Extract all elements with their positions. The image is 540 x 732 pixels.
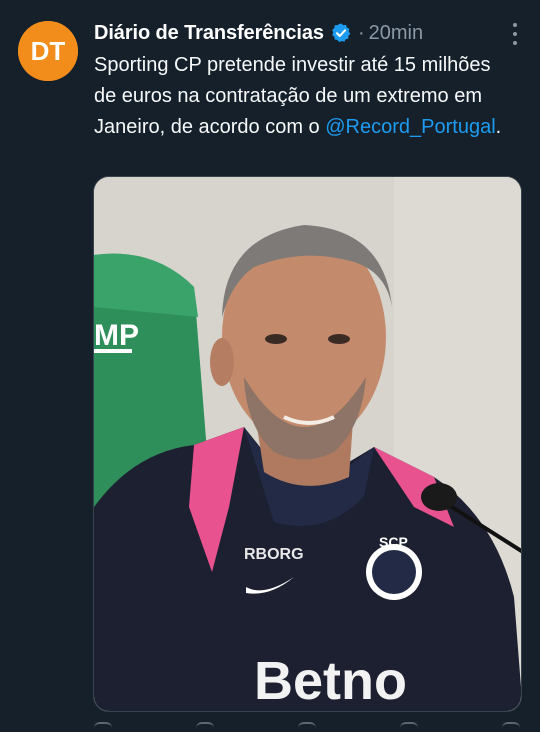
more-options-icon[interactable] bbox=[512, 23, 518, 45]
microphone bbox=[421, 483, 457, 511]
separator-dot: · bbox=[357, 21, 365, 44]
like-icon[interactable] bbox=[298, 722, 316, 732]
timestamp[interactable]: 20min bbox=[369, 22, 423, 45]
tweet-text: Sporting CP pretende investir até 15 mil… bbox=[94, 50, 514, 143]
avatar-logo-icon: DT bbox=[18, 21, 78, 81]
mention-link[interactable]: @Record_Portugal bbox=[325, 116, 495, 138]
chair-logo-text: MP bbox=[94, 319, 139, 352]
press-conference-photo: MP RBORG SCP Betno bbox=[94, 177, 521, 711]
verified-badge-icon[interactable] bbox=[330, 22, 352, 44]
author-name[interactable]: Diário de Transferências bbox=[94, 22, 324, 45]
sporting-crest-inner bbox=[372, 550, 416, 594]
ear bbox=[210, 338, 234, 386]
avatar-text: DT bbox=[31, 36, 66, 66]
more-dot bbox=[513, 41, 517, 45]
share-icon[interactable] bbox=[502, 722, 520, 732]
reply-icon[interactable] bbox=[94, 722, 112, 732]
left-eye bbox=[265, 334, 287, 344]
tweet-actions-bar bbox=[94, 722, 520, 732]
chair-logo-underline bbox=[94, 349, 132, 353]
jacket-brand-text: RBORG bbox=[244, 546, 304, 563]
more-dot bbox=[513, 32, 517, 36]
retweet-icon[interactable] bbox=[196, 722, 214, 732]
tweet-header: Diário de Transferências · 20min bbox=[94, 20, 520, 46]
tweet-media-image[interactable]: MP RBORG SCP Betno bbox=[93, 176, 522, 712]
views-icon[interactable] bbox=[400, 722, 418, 732]
sponsor-text: Betno bbox=[254, 651, 407, 711]
crest-text: SCP bbox=[379, 534, 408, 550]
tweet-card[interactable]: DT Diário de Transferências · 20min Spor… bbox=[0, 0, 540, 732]
tweet-text-end: . bbox=[495, 116, 502, 138]
right-eye bbox=[328, 334, 350, 344]
more-dot bbox=[513, 23, 517, 27]
avatar[interactable]: DT bbox=[18, 21, 78, 81]
